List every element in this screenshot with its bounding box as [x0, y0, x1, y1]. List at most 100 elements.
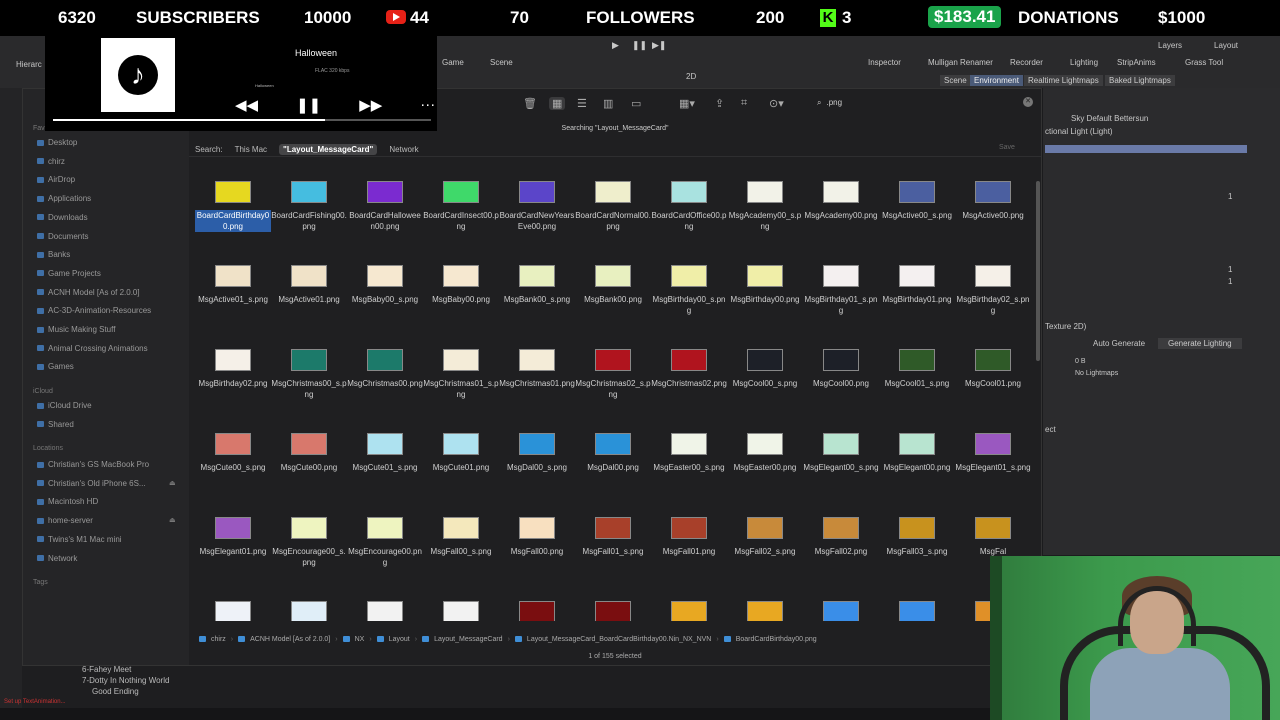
file-item[interactable]: MsgBaby00.png [423, 265, 499, 305]
tree-item[interactable]: Good Ending [92, 687, 139, 696]
sun-source-field[interactable]: ctional Light (Light) [1045, 127, 1113, 136]
file-item[interactable]: MsgCool00_s.png [727, 349, 803, 389]
path-segment[interactable]: chirz [211, 636, 226, 643]
file-item[interactable]: BoardCardNewYearsEve00.png [499, 181, 575, 232]
scene-tab[interactable]: Scene [490, 58, 513, 67]
file-item[interactable]: MsgAcademy00.png [803, 181, 879, 221]
generate-lighting-button[interactable]: Generate Lighting [1158, 338, 1242, 349]
file-item[interactable]: MsgBirthday02.png [195, 349, 271, 389]
icon-view-icon[interactable]: ▦ [549, 97, 566, 110]
sidebar-favorite-item[interactable]: AC-3D-Animation-Resources [37, 306, 151, 315]
sidebar-favorite-item[interactable]: ACNH Model [As of 2.0.0] [37, 288, 140, 297]
file-item[interactable] [195, 601, 271, 621]
file-item[interactable]: MsgChristmas00.png [347, 349, 423, 389]
file-item[interactable]: MsgEaster00.png [727, 433, 803, 473]
file-item[interactable]: MsgElegant01.png [195, 517, 271, 557]
lighting-scene-tab[interactable]: Scene [940, 75, 971, 86]
recorder-tab[interactable]: Recorder [1010, 58, 1043, 67]
file-item[interactable] [651, 601, 727, 621]
eject-icon[interactable]: ⏏ [169, 516, 176, 524]
sidebar-location-item[interactable]: Twins's M1 Mac mini [37, 535, 122, 544]
clear-search-icon[interactable]: ✕ [1023, 97, 1033, 107]
file-item[interactable]: MsgCute00_s.png [195, 433, 271, 473]
group-icon[interactable]: ▦▾ [679, 97, 695, 110]
scope-folder[interactable]: "Layout_MessageCard" [279, 144, 378, 155]
sidebar-location-item[interactable]: Network [37, 554, 77, 563]
path-segment[interactable]: NX [355, 636, 365, 643]
file-item[interactable]: MsgFall00.png [499, 517, 575, 557]
skybox-field[interactable]: Sky Default Bettersun [1071, 114, 1148, 123]
play-button[interactable]: ▶ [612, 40, 619, 51]
file-item[interactable]: MsgBirthday00_s.png [651, 265, 727, 316]
file-item[interactable]: BoardCardNormal00.png [575, 181, 651, 232]
console-status-text[interactable]: Set up TextAnimation... [4, 699, 66, 705]
sidebar-location-item[interactable]: Christian's GS MacBook Pro [37, 460, 149, 469]
lighting-environment-tab[interactable]: Environment [970, 75, 1023, 86]
file-item[interactable]: MsgCute00.png [271, 433, 347, 473]
sidebar-favorite-item[interactable]: Banks [37, 250, 70, 259]
sidebar-favorite-item[interactable]: chirz [37, 157, 65, 166]
sidebar-icloud-item[interactable]: iCloud Drive [37, 401, 92, 410]
file-item[interactable]: MsgBank00_s.png [499, 265, 575, 305]
file-item[interactable]: MsgBank00.png [575, 265, 651, 305]
more-icon[interactable]: ··· [420, 96, 435, 114]
file-item[interactable]: MsgEaster00_s.png [651, 433, 727, 473]
file-item[interactable]: MsgCool01_s.png [879, 349, 955, 389]
file-item[interactable] [575, 601, 651, 621]
path-segment[interactable]: BoardCardBirthday00.png [736, 636, 817, 643]
sidebar-favorite-item[interactable]: Music Making Stuff [37, 325, 115, 334]
scope-this-mac[interactable]: This Mac [231, 144, 271, 155]
file-item[interactable] [347, 601, 423, 621]
file-item[interactable]: MsgChristmas00_s.png [271, 349, 347, 400]
file-item[interactable]: MsgCool01.png [955, 349, 1031, 389]
file-item[interactable]: MsgCool00.png [803, 349, 879, 389]
file-item[interactable]: MsgDal00.png [575, 433, 651, 473]
file-item[interactable] [423, 601, 499, 621]
file-item[interactable]: BoardCardOffice00.png [651, 181, 727, 232]
eject-icon[interactable]: ⏏ [169, 479, 176, 487]
path-segment[interactable]: Layout_MessageCard [434, 636, 503, 643]
file-item[interactable]: MsgActive01_s.png [195, 265, 271, 305]
action-menu-icon[interactable]: ⊙▾ [769, 97, 784, 110]
sidebar-favorite-item[interactable]: Desktop [37, 138, 77, 147]
sidebar-favorite-item[interactable]: AirDrop [37, 175, 75, 184]
file-item[interactable]: BoardCardFishing00.png [271, 181, 347, 232]
save-search-button[interactable]: Save [999, 144, 1015, 151]
file-item[interactable]: MsgFall02.png [803, 517, 879, 557]
file-item[interactable]: MsgBaby00_s.png [347, 265, 423, 305]
file-item[interactable] [879, 601, 955, 621]
share-icon[interactable]: ⇪ [715, 97, 724, 110]
scope-network[interactable]: Network [385, 144, 422, 155]
layout-dropdown[interactable]: Layout [1214, 41, 1238, 50]
sidebar-favorite-item[interactable]: Applications [37, 194, 91, 203]
2d-toggle[interactable]: 2D [686, 72, 696, 81]
file-item[interactable]: MsgFall01.png [651, 517, 727, 557]
file-item[interactable]: MsgActive00_s.png [879, 181, 955, 221]
tag-icon[interactable]: ⌗ [741, 97, 747, 110]
sidebar-location-item[interactable]: Christian's Old iPhone 6S... [37, 479, 146, 488]
file-item[interactable]: MsgFal [955, 517, 1031, 557]
file-item[interactable]: MsgCute01.png [423, 433, 499, 473]
sidebar-favorite-item[interactable]: Documents [37, 232, 88, 241]
trash-icon[interactable]: 🗑 [523, 97, 537, 110]
step-button[interactable]: ▶❚ [652, 40, 666, 51]
file-item[interactable]: MsgChristmas01.png [499, 349, 575, 389]
sidebar-favorite-item[interactable]: Animal Crossing Animations [37, 344, 148, 353]
file-item[interactable]: MsgFall02_s.png [727, 517, 803, 557]
file-item[interactable]: MsgChristmas02_s.png [575, 349, 651, 400]
game-tab[interactable]: Game [442, 58, 464, 67]
lighting-baked-tab[interactable]: Baked Lightmaps [1105, 75, 1175, 86]
file-item[interactable]: MsgActive01.png [271, 265, 347, 305]
file-item[interactable]: MsgEncourage00.png [347, 517, 423, 568]
file-item[interactable]: MsgBirthday01_s.png [803, 265, 879, 316]
file-item[interactable]: BoardCardHalloween00.png [347, 181, 423, 232]
previous-track-icon[interactable]: ◀◀ [235, 96, 258, 114]
file-item[interactable]: MsgBirthday01.png [879, 265, 955, 305]
texture-field[interactable]: Texture 2D) [1045, 322, 1086, 331]
auto-generate-toggle[interactable]: Auto Generate [1093, 339, 1145, 348]
ambient-color-swatch[interactable] [1045, 145, 1247, 153]
scrollbar-thumb[interactable] [1036, 181, 1040, 361]
pause-button[interactable]: ❚❚ [632, 40, 647, 51]
sidebar-favorite-item[interactable]: Downloads [37, 213, 88, 222]
file-item[interactable]: MsgCute01_s.png [347, 433, 423, 473]
